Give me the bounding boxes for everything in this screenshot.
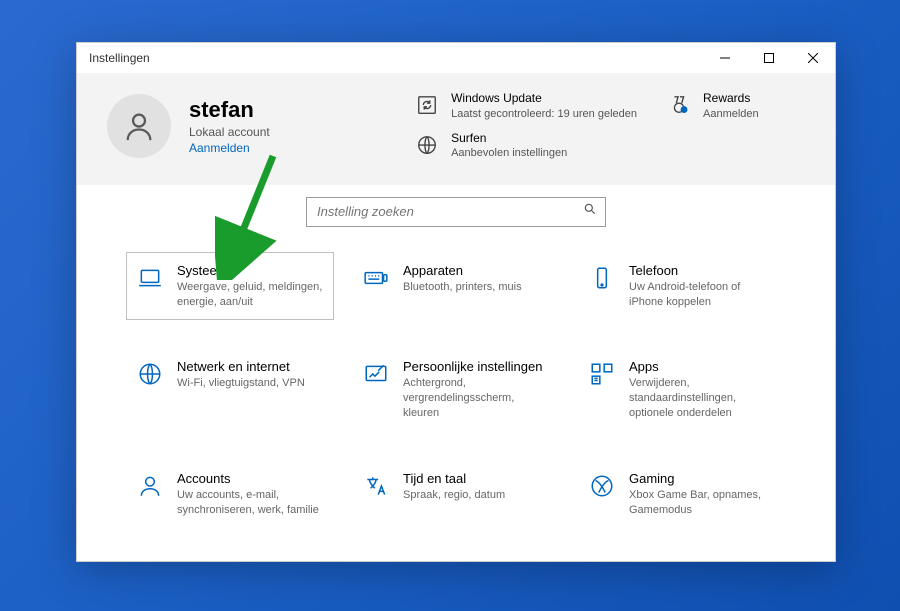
settings-window: Instellingen stefan Lokaal account Aanme… — [76, 42, 836, 562]
card-desc: Uw accounts, e-mail, synchroniseren, wer… — [177, 488, 325, 518]
close-button[interactable] — [791, 43, 835, 73]
rewards-title: Rewards — [703, 91, 759, 107]
profile-block: stefan Lokaal account Aanmelden — [189, 97, 270, 155]
card-desc: Bluetooth, printers, muis — [403, 280, 522, 295]
card-desc: Uw Android-telefoon of iPhone koppelen — [629, 280, 777, 310]
minimize-button[interactable] — [703, 43, 747, 73]
search-input[interactable] — [315, 203, 583, 220]
signin-link[interactable]: Aanmelden — [189, 141, 270, 155]
card-desc: Wi-Fi, vliegtuigstand, VPN — [177, 376, 305, 391]
tile-browse[interactable]: Surfen Aanbevolen instellingen — [413, 131, 637, 161]
card-desc: Xbox Game Bar, opnames, Gamemodus — [629, 488, 777, 518]
apps-icon — [587, 359, 617, 389]
card-phone[interactable]: Telefoon Uw Android-telefoon of iPhone k… — [579, 253, 785, 320]
medal-icon — [665, 91, 693, 119]
card-title: Systeem — [177, 263, 325, 278]
browse-desc: Aanbevolen instellingen — [451, 146, 567, 160]
card-title: Netwerk en internet — [177, 359, 305, 374]
update-title: Windows Update — [451, 91, 637, 107]
search-icon — [583, 202, 597, 221]
globe-icon — [135, 359, 165, 389]
xbox-icon — [587, 471, 617, 501]
keyboard-icon — [361, 263, 391, 293]
card-system[interactable]: Systeem Weergave, geluid, meldingen, ene… — [127, 253, 333, 320]
card-network[interactable]: Netwerk en internet Wi-Fi, vliegtuigstan… — [127, 349, 333, 431]
card-desc: Verwijderen, standaardinstellingen, opti… — [629, 376, 777, 421]
paint-icon — [361, 359, 391, 389]
profile-name: stefan — [189, 97, 270, 123]
card-apps[interactable]: Apps Verwijderen, standaardinstellingen,… — [579, 349, 785, 431]
globe-icon — [413, 131, 441, 159]
card-title: Accounts — [177, 471, 325, 486]
card-gaming[interactable]: Gaming Xbox Game Bar, opnames, Gamemodus — [579, 461, 785, 528]
tile-rewards[interactable]: Rewards Aanmelden — [665, 91, 805, 121]
avatar[interactable] — [107, 94, 171, 158]
card-title: Persoonlijke instellingen — [403, 359, 551, 374]
update-desc: Laatst gecontroleerd: 19 uren geleden — [451, 107, 637, 121]
hero-tiles: Windows Update Laatst gecontroleerd: 19 … — [413, 91, 805, 161]
card-desc: Spraak, regio, datum — [403, 488, 505, 503]
tile-windows-update[interactable]: Windows Update Laatst gecontroleerd: 19 … — [413, 91, 637, 121]
card-desc: Weergave, geluid, meldingen, energie, aa… — [177, 280, 325, 310]
card-title: Tijd en taal — [403, 471, 505, 486]
card-title: Apparaten — [403, 263, 522, 278]
card-accounts[interactable]: Accounts Uw accounts, e-mail, synchronis… — [127, 461, 333, 528]
card-title: Gaming — [629, 471, 777, 486]
titlebar: Instellingen — [77, 43, 835, 73]
settings-grid: Systeem Weergave, geluid, meldingen, ene… — [107, 253, 805, 528]
card-personalization[interactable]: Persoonlijke instellingen Achtergrond, v… — [353, 349, 559, 431]
refresh-icon — [413, 91, 441, 119]
hero-panel: stefan Lokaal account Aanmelden Windows … — [77, 73, 835, 185]
phone-icon — [587, 263, 617, 293]
card-desc: Achtergrond, vergrendelingsscherm, kleur… — [403, 376, 551, 421]
card-title: Telefoon — [629, 263, 777, 278]
browse-title: Surfen — [451, 131, 567, 147]
account-type: Lokaal account — [189, 125, 270, 139]
person-icon — [135, 471, 165, 501]
search-box[interactable] — [306, 197, 606, 227]
window-title: Instellingen — [89, 51, 150, 65]
laptop-icon — [135, 263, 165, 293]
rewards-desc: Aanmelden — [703, 107, 759, 121]
language-icon — [361, 471, 391, 501]
card-time-language[interactable]: Tijd en taal Spraak, regio, datum — [353, 461, 559, 528]
card-title: Apps — [629, 359, 777, 374]
card-devices[interactable]: Apparaten Bluetooth, printers, muis — [353, 253, 559, 320]
content-area: Systeem Weergave, geluid, meldingen, ene… — [77, 185, 835, 561]
maximize-button[interactable] — [747, 43, 791, 73]
